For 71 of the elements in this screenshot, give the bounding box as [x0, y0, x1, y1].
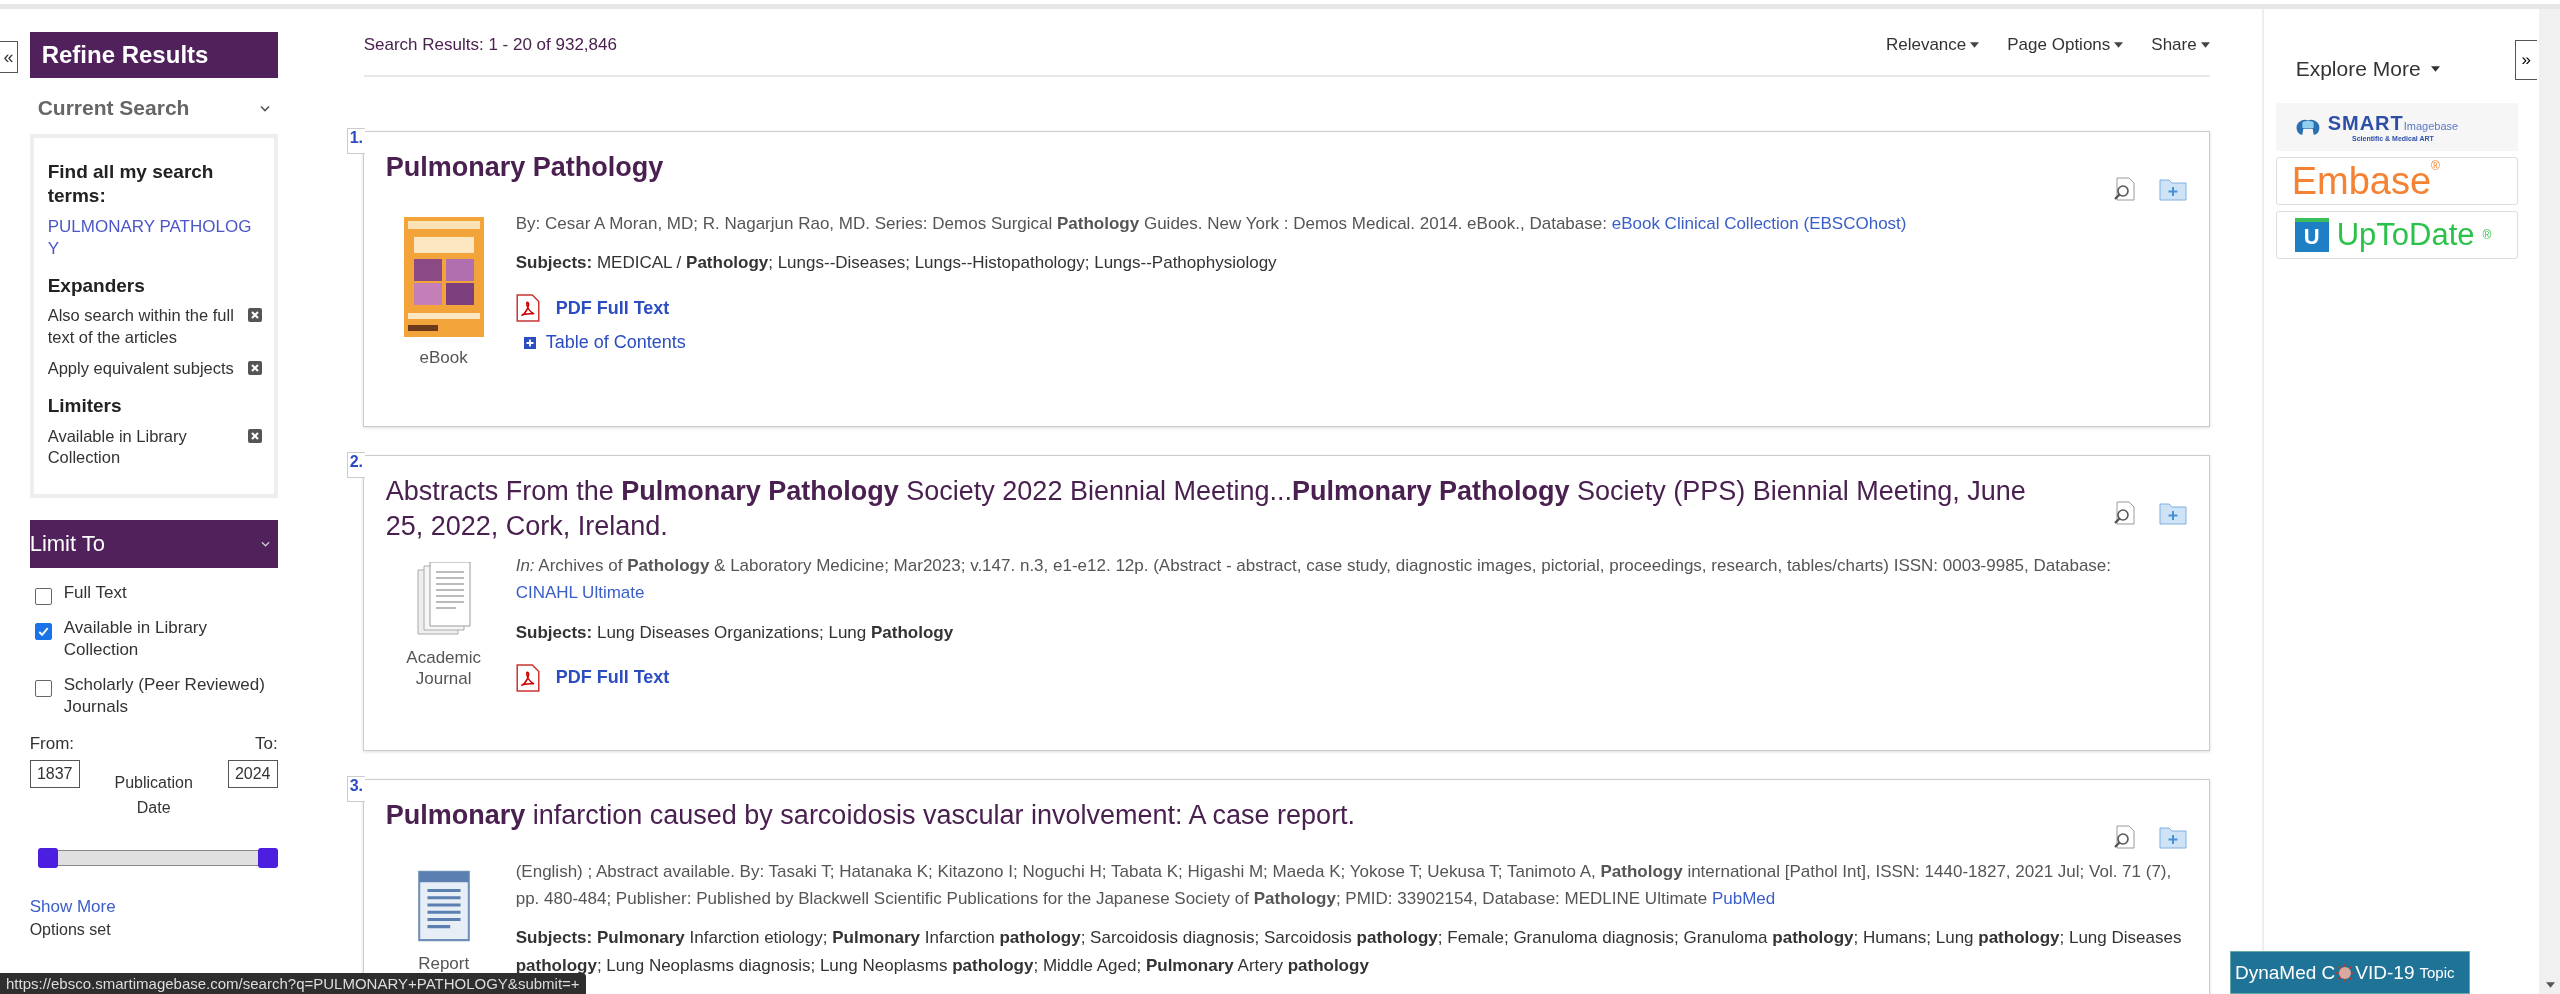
- panel-header[interactable]: Limit To: [29, 520, 278, 569]
- database-link[interactable]: CINAHL Ultimate: [515, 583, 645, 603]
- checkbox-label[interactable]: Available in Library Collection: [63, 617, 278, 662]
- document-type: Report: [417, 954, 471, 975]
- document-type: eBook: [418, 348, 469, 369]
- from-year-field[interactable]: 1837: [29, 759, 80, 788]
- show-more-link[interactable]: Show More: [29, 896, 278, 917]
- result-number: 1.: [346, 128, 365, 154]
- pdf-icon[interactable]: [515, 294, 540, 323]
- document-type: Academic Journal: [405, 648, 482, 689]
- section-heading: Expanders: [47, 273, 146, 298]
- dynamed-covid-banner[interactable]: DynaMed C VID-19 Topic: [2230, 951, 2470, 994]
- checkbox-label[interactable]: Scholarly (Peer Reviewed) Journals: [63, 673, 278, 718]
- table-of-contents-link[interactable]: Table of Contents: [545, 332, 686, 354]
- add-folder-icon[interactable]: [2158, 824, 2187, 850]
- remove-icon[interactable]: [247, 428, 262, 443]
- dropdown-menu[interactable]: Share: [2151, 35, 2210, 55]
- expand-icon[interactable]: [523, 336, 536, 349]
- citation-details: (English) ; Abstract available. By: Tasaki T; Hatanaka K; Kitazono I; Noguchi H; Tabata K; Higashi M; Maeda K; Yokose T; Uekusa T; Tanimoto A, Pathology international [Pathol Int], ISSN: 1440-1827, 2021 Jul; Vol. 71 (7), pp. 480-484; Publisher: Published by Blackwell Scientific Publications for the Japanese Society of Pathology; PMID: 33902154, Database: MEDLINE Ultimate PubMed: [515, 861, 2173, 911]
- explore-more-menu[interactable]: Explore More: [2295, 57, 2440, 81]
- add-folder-icon[interactable]: [2158, 176, 2187, 202]
- result-title[interactable]: Abstracts From the Pulmonary Pathology Society 2022 Biennial Meeting...Pulmonary Pathology Society (PPS) Biennial Meeting, June 25, 2022, Cork, Ireland.: [385, 474, 2046, 545]
- remove-icon[interactable]: [247, 361, 262, 376]
- results-count: Search Results: 1 - 20 of 932,846: [363, 35, 617, 55]
- subjects-list: Subjects: MEDICAL / Pathology; Lungs--Diseases; Lungs--Histopathology; Lungs--Pathophysiology: [515, 249, 2187, 277]
- result-title[interactable]: Pulmonary infarction caused by sarcoidosis vascular involvement: A case report.: [385, 798, 2046, 834]
- from-label: From:: [29, 733, 76, 754]
- uptodate-logo[interactable]: U UpToDate $^{®}$: [2275, 211, 2518, 259]
- options-set-link[interactable]: Options set: [29, 920, 278, 939]
- filter-label: Also search within the full text of the articles: [47, 305, 235, 348]
- pdf-icon[interactable]: [515, 663, 540, 692]
- search-term[interactable]: PULMONARY PATHOLOGY: [47, 215, 262, 260]
- checkbox-label[interactable]: Full Text: [63, 582, 127, 605]
- section-title: Current Search: [37, 96, 190, 120]
- dropdown-menu[interactable]: Relevance: [1885, 35, 1980, 55]
- result-number: 2.: [346, 452, 365, 478]
- date-range-slider[interactable]: [37, 846, 278, 869]
- filter-label: Apply equivalent subjects: [47, 358, 235, 380]
- caret-icon: [2430, 66, 2440, 72]
- expand-button[interactable]: »: [2514, 40, 2537, 80]
- checkbox[interactable]: [34, 588, 52, 606]
- chevron-icon[interactable]: [259, 104, 270, 112]
- to-label: To:: [255, 733, 278, 754]
- pdf-full-text-link[interactable]: PDF Full Text: [555, 667, 670, 689]
- remove-icon[interactable]: [247, 308, 262, 323]
- result-number: 3.: [346, 776, 365, 802]
- caret-icon: [2200, 42, 2210, 48]
- caret-icon: [1970, 42, 1980, 48]
- section-heading: Limiters: [47, 393, 123, 418]
- scrollbar[interactable]: [2538, 9, 2560, 994]
- collapse-button[interactable]: «: [0, 41, 18, 73]
- section-heading: Find all my search terms:: [47, 160, 215, 208]
- to-year-field[interactable]: 2024: [227, 759, 278, 788]
- result-title[interactable]: Pulmonary Pathology: [385, 150, 2046, 186]
- virus-icon: [2335, 962, 2356, 983]
- date-label: Publication Date: [113, 772, 194, 819]
- caret-icon: [2114, 42, 2124, 48]
- add-folder-icon[interactable]: [2158, 500, 2187, 526]
- status-bar-url: https://ebsco.smartimagebase.com/search?q=PULMONARY+PATHOLOGY&submit=+: [0, 973, 586, 994]
- panel-header: Refine Results: [29, 32, 278, 78]
- database-link[interactable]: eBook Clinical Collection (EBSCOhost): [1611, 214, 1907, 233]
- citation-details: In: Archives of Pathology & Laboratory Medicine; Mar2023; v.147. n.3, e1-e12. 12p. (Abstract - abstract, case study, diagnostic images, pictorial, proceedings, research, tables/charts) ISSN: 0003-9985, Database: CINAHL Ultimate: [515, 555, 2113, 605]
- pdf-full-text-link[interactable]: PDF Full Text: [555, 297, 670, 319]
- dropdown-menu[interactable]: Page Options: [2007, 35, 2124, 55]
- database-link[interactable]: PubMed: [1711, 889, 1776, 909]
- checkbox[interactable]: [34, 623, 52, 641]
- citation-details: By: Cesar A Moran, MD; R. Nagarjun Rao, MD. Series: Demos Surgical Pathology Guides. New York : Demos Medical. 2014. eBook., Database: eBook Clinical Collection (EBSCOhost): [515, 213, 1908, 235]
- filter-label: Available in Library Collection: [47, 425, 188, 468]
- subjects-list: Subjects: Lung Diseases Organizations; Lung Pathology: [515, 618, 2187, 646]
- scroll-down-icon[interactable]: [2545, 982, 2555, 988]
- checkbox[interactable]: [34, 679, 52, 697]
